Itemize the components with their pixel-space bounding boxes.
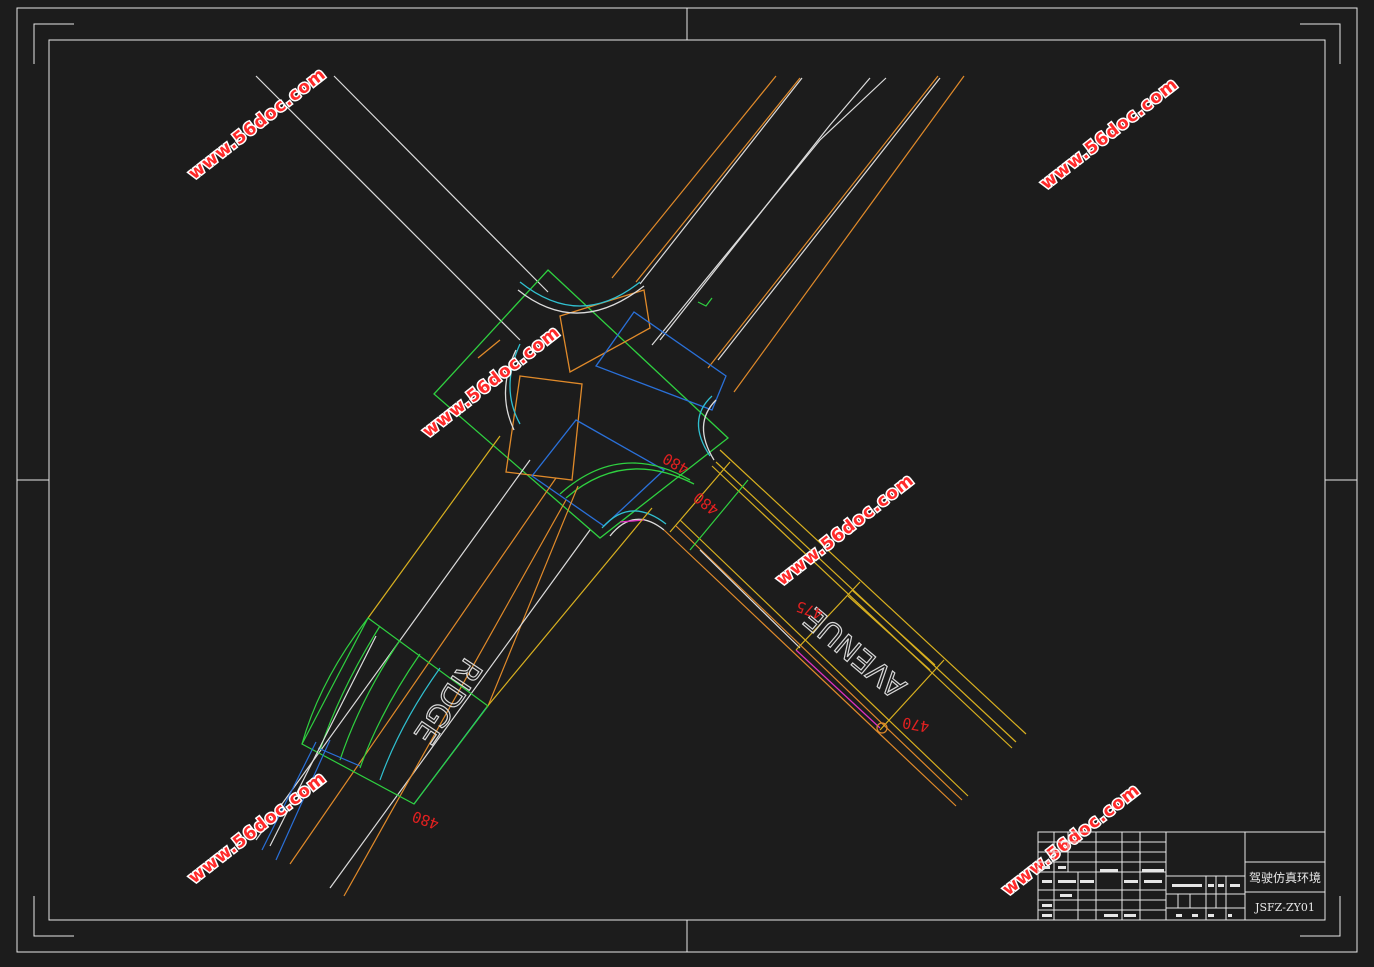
drawing-title: 驾驶仿真环境 — [1249, 870, 1321, 885]
dimension-label: 480 — [660, 449, 692, 478]
watermark: www.56doc.com — [185, 768, 330, 888]
watermark: www.56doc.com — [419, 322, 564, 442]
road-northwest — [255, 75, 549, 341]
dimension-label: 480 — [410, 807, 442, 833]
watermark: www.56doc.com — [185, 64, 330, 184]
watermark: www.56doc.com — [1037, 74, 1182, 194]
title-block-fill — [1042, 866, 1240, 917]
dimension-label: 470 — [901, 713, 931, 735]
dimension-label: 480 — [690, 488, 722, 519]
road-northeast — [611, 75, 965, 393]
drawing-number: JSFZ-ZY01 — [1254, 901, 1315, 914]
watermark: www.56doc.com — [773, 470, 918, 590]
cad-drawing: AVENUE RIDGE 480 480 475 470 480 www.56d… — [16, 7, 1358, 953]
